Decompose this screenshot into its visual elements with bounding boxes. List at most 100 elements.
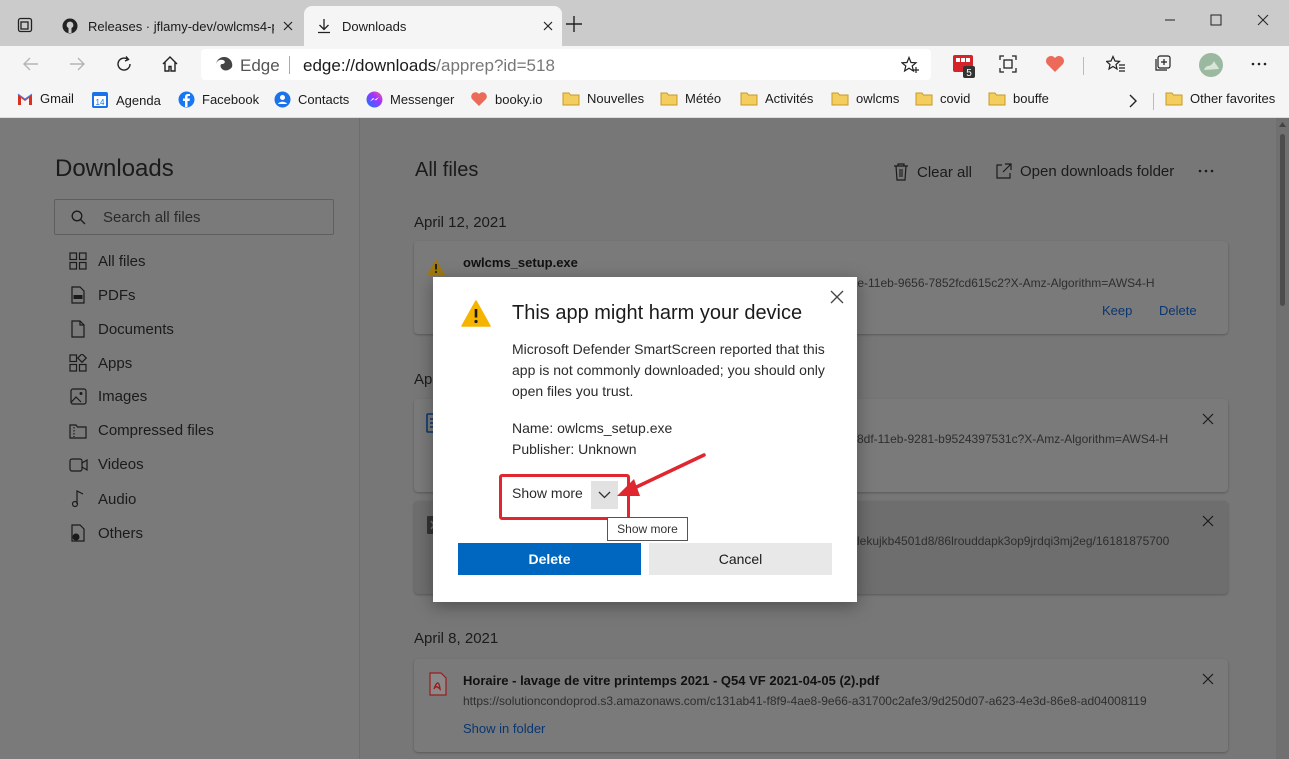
file-url: 8df-11eb-9281-b9524397531c?X-Amz-Algorit…	[857, 432, 1169, 446]
add-favorite-icon[interactable]	[901, 56, 921, 74]
favorite-folder-owlcms[interactable]: owlcms	[831, 91, 899, 106]
video-icon	[68, 457, 88, 472]
folder-icon	[1165, 91, 1183, 106]
scrollbar-thumb[interactable]	[1280, 134, 1285, 306]
profile-avatar[interactable]	[1198, 52, 1224, 78]
clear-all-button[interactable]: Clear all	[893, 163, 972, 181]
delete-link[interactable]: Delete	[1159, 303, 1197, 318]
remove-item-icon[interactable]	[1202, 515, 1214, 527]
maximize-icon[interactable]	[1196, 10, 1236, 30]
favorite-folder-bouffe[interactable]: bouffe	[988, 91, 1049, 106]
search-placeholder: Search all files	[103, 209, 201, 226]
sidebar-item-compressed-files[interactable]: Compressed files	[68, 422, 214, 439]
page-scrollbar[interactable]	[1276, 118, 1289, 759]
cancel-button[interactable]: Cancel	[649, 543, 832, 575]
address-bar[interactable]: Edge edge://downloads/apprep?id=518	[201, 49, 931, 80]
dialog-title: This app might harm your device	[512, 302, 803, 324]
file-url: https://solutioncondoprod.s3.amazonaws.c…	[463, 694, 1147, 708]
chevron-right-icon[interactable]	[1128, 94, 1138, 108]
favorite-label: Agenda	[116, 92, 161, 108]
favorite-booky[interactable]: booky.io	[470, 91, 542, 107]
file-name[interactable]: Horaire - lavage de vitre printemps 2021…	[463, 673, 879, 688]
sidebar-item-label: Compressed files	[98, 422, 214, 439]
sidebar-item-label: All files	[98, 252, 146, 270]
folder-icon	[988, 91, 1006, 106]
trash-icon	[894, 163, 908, 181]
tab-actions-icon[interactable]	[17, 17, 33, 33]
file-url: lekujkb4501d8/86lrouddapk3op9jrdqi3mj2eg…	[857, 534, 1170, 548]
remove-item-icon[interactable]	[1202, 673, 1214, 685]
remove-item-icon[interactable]	[1202, 413, 1214, 425]
sidebar-item-pdfs[interactable]: PDFs	[68, 286, 136, 304]
forward-icon[interactable]	[68, 55, 86, 73]
favorite-label: covid	[940, 91, 971, 106]
favorite-label: Messenger	[390, 92, 455, 107]
keep-link[interactable]: Keep	[1102, 303, 1132, 318]
more-actions-icon[interactable]	[1198, 168, 1214, 174]
new-tab-icon[interactable]	[565, 15, 583, 33]
favorite-folder-meteo[interactable]: Météo	[660, 91, 721, 106]
favorite-messenger[interactable]: Messenger	[366, 91, 454, 108]
show-in-folder-link[interactable]: Show in folder	[463, 721, 545, 736]
address-separator	[289, 56, 290, 74]
github-icon	[62, 18, 78, 34]
refresh-icon[interactable]	[115, 55, 133, 73]
favorite-label: bouffe	[1013, 91, 1049, 106]
sidebar-item-videos[interactable]: Videos	[68, 456, 144, 473]
search-icon	[71, 210, 86, 225]
more-options-icon[interactable]	[1250, 55, 1268, 73]
favorite-facebook[interactable]: Facebook	[178, 91, 259, 108]
booky-heart-icon[interactable]	[1045, 55, 1065, 73]
address-url[interactable]: edge://downloads/apprep?id=518	[303, 56, 555, 76]
grid-icon	[68, 252, 88, 270]
sidebar-title: Downloads	[55, 155, 174, 182]
sidebar-item-audio[interactable]: Audio	[68, 490, 136, 508]
favorite-folder-nouvelles[interactable]: Nouvelles	[562, 91, 644, 106]
toolbar-divider	[1083, 57, 1084, 75]
dialog-message: Microsoft Defender SmartScreen reported …	[512, 341, 825, 399]
favorite-label: Activités	[765, 91, 814, 106]
close-window-icon[interactable]	[1243, 10, 1283, 30]
favorite-contacts[interactable]: Contacts	[274, 91, 349, 108]
delete-button[interactable]: Delete	[458, 543, 641, 575]
open-external-icon	[996, 163, 1012, 179]
facebook-icon	[178, 91, 195, 108]
tab-downloads[interactable]: Downloads	[304, 6, 562, 46]
sidebar-item-label: Images	[98, 388, 148, 405]
favorite-label: Nouvelles	[587, 91, 645, 106]
date-group-label: April 12, 2021	[414, 214, 507, 231]
extension-icon[interactable]: 5	[951, 53, 977, 79]
sidebar-item-others[interactable]: Others	[68, 524, 143, 542]
favorite-gmail[interactable]: Gmail	[17, 91, 74, 106]
favorite-folder-activites[interactable]: Activités	[740, 91, 813, 106]
close-tab-icon[interactable]	[534, 21, 562, 31]
collections-icon[interactable]	[1153, 55, 1173, 73]
image-icon	[68, 388, 88, 405]
sidebar-item-images[interactable]: Images	[68, 388, 147, 405]
sidebar-item-documents[interactable]: Documents	[68, 320, 174, 338]
minimize-icon[interactable]	[1150, 10, 1190, 30]
favorite-folder-covid[interactable]: covid	[915, 91, 970, 106]
home-icon[interactable]	[161, 55, 179, 73]
open-downloads-folder-button[interactable]: Open downloads folder	[995, 163, 1174, 180]
sidebar-item-apps[interactable]: Apps	[68, 354, 132, 372]
favorite-other-favorites[interactable]: Other favorites	[1165, 91, 1275, 106]
search-input[interactable]: Search all files	[54, 199, 334, 235]
download-item[interactable]: Horaire - lavage de vitre printemps 2021…	[414, 659, 1228, 752]
unknown-file-icon	[68, 524, 88, 542]
favorite-label: booky.io	[495, 91, 543, 107]
file-name[interactable]: owlcms_setup.exe	[463, 255, 578, 270]
close-tab-icon[interactable]	[274, 21, 302, 31]
scroll-up-icon[interactable]	[1279, 122, 1286, 127]
screenshot-icon[interactable]	[999, 55, 1017, 73]
back-icon[interactable]	[22, 55, 40, 73]
clear-all-label: Clear all	[917, 163, 973, 181]
file-url: bae-11eb-9656-7852fcd615c2?X-Amz-Algorit…	[844, 276, 1155, 290]
close-icon[interactable]	[830, 290, 844, 304]
tab-releases[interactable]: Releases · jflamy-dev/owlcms4-p	[52, 6, 302, 46]
sidebar-item-all-files[interactable]: All files	[68, 252, 146, 270]
favorite-agenda[interactable]: 14 Agenda	[91, 91, 161, 109]
pdf-icon	[68, 286, 88, 304]
favorites-icon[interactable]	[1106, 55, 1126, 73]
tab-title: Releases · jflamy-dev/owlcms4-p	[88, 18, 274, 34]
